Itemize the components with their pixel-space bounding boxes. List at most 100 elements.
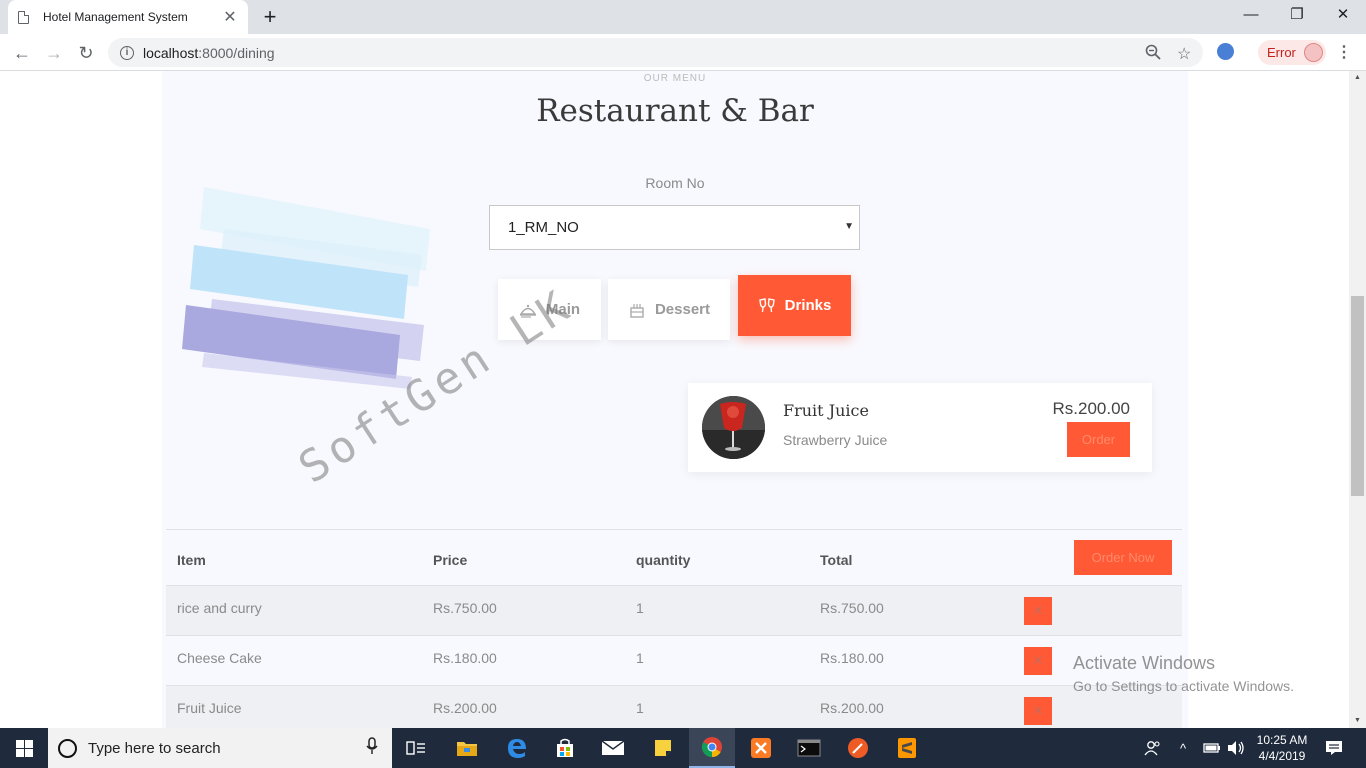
- avatar: [1303, 43, 1323, 62]
- action-center-icon[interactable]: [1325, 728, 1343, 768]
- address-bar[interactable]: i localhost:8000/dining ☆: [108, 38, 1203, 67]
- cell-price: Rs.180.00: [433, 650, 497, 666]
- cell-total: Rs.750.00: [820, 600, 884, 616]
- extension-icon[interactable]: [1217, 43, 1234, 60]
- browser-tab[interactable]: Hotel Management System ✕: [8, 0, 248, 34]
- show-hidden-icons-icon[interactable]: ^: [1180, 728, 1186, 768]
- cell-price: Rs.750.00: [433, 600, 497, 616]
- menu-eyebrow: OUR MENU: [643, 73, 707, 84]
- file-explorer-icon[interactable]: [444, 728, 490, 768]
- url-path: :8000/dining: [198, 44, 275, 61]
- info-icon[interactable]: i: [120, 45, 134, 60]
- column-header-price: Price: [433, 552, 468, 568]
- profile-error-button[interactable]: Error: [1258, 40, 1326, 65]
- start-button[interactable]: [0, 728, 48, 768]
- clock-time: 10:25 AM: [1256, 733, 1308, 747]
- remove-item-button[interactable]: ✕: [1024, 697, 1052, 725]
- cake-icon: [630, 303, 644, 318]
- sticky-notes-icon[interactable]: [640, 728, 686, 768]
- cortana-icon: [58, 738, 77, 758]
- system-clock[interactable]: 10:25 AM 4/4/2019: [1250, 732, 1314, 764]
- browser-toolbar: ← → ↻ i localhost:8000/dining ☆: [0, 34, 1366, 71]
- remove-item-button[interactable]: ✕: [1024, 647, 1052, 675]
- scroll-up-icon[interactable]: ▲: [1349, 71, 1366, 85]
- remove-item-button[interactable]: ✕: [1024, 597, 1052, 625]
- cell-quantity: 1: [636, 600, 644, 616]
- cell-item: Fruit Juice: [177, 700, 242, 716]
- column-header-total: Total: [820, 552, 853, 568]
- taskbar-search[interactable]: Type here to search: [48, 728, 392, 768]
- cell-item: rice and curry: [177, 600, 262, 616]
- cell-total: Rs.180.00: [820, 650, 884, 666]
- windows-logo-icon: [15, 739, 33, 757]
- battery-icon[interactable]: [1203, 728, 1221, 768]
- clock-date: 4/4/2019: [1258, 749, 1306, 763]
- people-icon[interactable]: [1144, 728, 1162, 768]
- column-header-quantity: quantity: [636, 552, 691, 568]
- tab-drinks-label: Drinks: [784, 297, 832, 314]
- xampp-icon[interactable]: [738, 728, 784, 768]
- volume-icon[interactable]: [1227, 728, 1245, 768]
- cell-price: Rs.200.00: [433, 700, 497, 716]
- column-header-item: Item: [177, 552, 206, 568]
- back-button[interactable]: ←: [9, 40, 35, 66]
- microphone-icon[interactable]: [366, 736, 378, 760]
- reload-button[interactable]: ↻: [73, 40, 99, 66]
- chrome-icon[interactable]: [689, 728, 735, 768]
- sublime-text-icon[interactable]: [884, 728, 930, 768]
- item-description: Strawberry Juice: [783, 432, 888, 448]
- mail-icon[interactable]: [590, 728, 636, 768]
- item-name: Fruit Juice: [783, 401, 869, 420]
- room-selected-value: 1_RM_NO: [508, 219, 579, 236]
- browser-menu-icon[interactable]: ⋮: [1336, 42, 1352, 62]
- table-row: Fruit Juice Rs.200.00 1 Rs.200.00 ✕: [166, 685, 1182, 728]
- bookmark-star-icon[interactable]: ☆: [1177, 44, 1191, 64]
- zoom-icon[interactable]: [1145, 44, 1161, 65]
- postman-icon[interactable]: [835, 728, 881, 768]
- page-scrollbar[interactable]: ▲ ▼: [1349, 71, 1366, 728]
- glasses-cheers-icon: [758, 297, 775, 312]
- item-price: Rs.200.00: [1052, 399, 1131, 418]
- scroll-thumb[interactable]: [1351, 296, 1364, 496]
- table-row: Cheese Cake Rs.180.00 1 Rs.180.00 ✕: [166, 635, 1182, 685]
- tab-drinks[interactable]: Drinks: [738, 275, 851, 336]
- new-tab-button[interactable]: +: [258, 3, 282, 31]
- tab-dessert[interactable]: Dessert: [608, 279, 730, 340]
- tab-title: Hotel Management System: [43, 10, 188, 24]
- item-thumbnail: [702, 396, 765, 459]
- minimize-button[interactable]: —: [1228, 0, 1274, 34]
- page-viewport: OUR MENU Restaurant & Bar Room No 1_RM_N…: [0, 71, 1366, 728]
- terminal-icon[interactable]: [786, 728, 832, 768]
- page-title: Restaurant & Bar: [536, 93, 814, 129]
- tab-close-icon[interactable]: ✕: [222, 7, 238, 27]
- table-header: Item Price quantity Total: [166, 530, 1182, 585]
- taskbar-search-placeholder: Type here to search: [88, 739, 221, 757]
- room-select[interactable]: 1_RM_NO ▼: [489, 205, 860, 250]
- url-host: localhost: [143, 44, 199, 61]
- activate-windows-notice: Activate Windows Go to Settings to activ…: [1073, 653, 1294, 694]
- document-icon: [18, 10, 29, 24]
- store-icon[interactable]: [542, 728, 588, 768]
- scroll-down-icon[interactable]: ▼: [1349, 714, 1366, 728]
- edge-browser-icon[interactable]: [494, 728, 540, 768]
- close-window-button[interactable]: ✕: [1320, 0, 1366, 34]
- caret-down-icon: ▼: [844, 221, 854, 232]
- error-label: Error: [1267, 45, 1296, 60]
- tab-dessert-label: Dessert: [654, 301, 711, 318]
- maximize-button[interactable]: ❐: [1274, 0, 1320, 34]
- cell-total: Rs.200.00: [820, 700, 884, 716]
- task-view-icon[interactable]: [393, 728, 439, 768]
- order-button[interactable]: Order: [1067, 422, 1130, 457]
- forward-button[interactable]: →: [41, 40, 67, 66]
- windows-taskbar: Type here to search ^ 10:25 AM 4/4/2019: [0, 728, 1366, 768]
- decorative-illustration: [182, 187, 430, 389]
- menu-item-card: Fruit Juice Strawberry Juice Rs.200.00 O…: [688, 383, 1152, 472]
- table-row: rice and curry Rs.750.00 1 Rs.750.00 ✕: [166, 585, 1182, 635]
- activate-windows-title: Activate Windows: [1073, 653, 1216, 673]
- cell-quantity: 1: [636, 700, 644, 716]
- browser-tabstrip: Hotel Management System ✕ + — ❐ ✕: [0, 0, 1366, 34]
- room-label: Room No: [645, 175, 705, 191]
- order-now-button[interactable]: Order Now: [1074, 540, 1172, 575]
- cell-quantity: 1: [636, 650, 644, 666]
- cell-item: Cheese Cake: [177, 650, 262, 666]
